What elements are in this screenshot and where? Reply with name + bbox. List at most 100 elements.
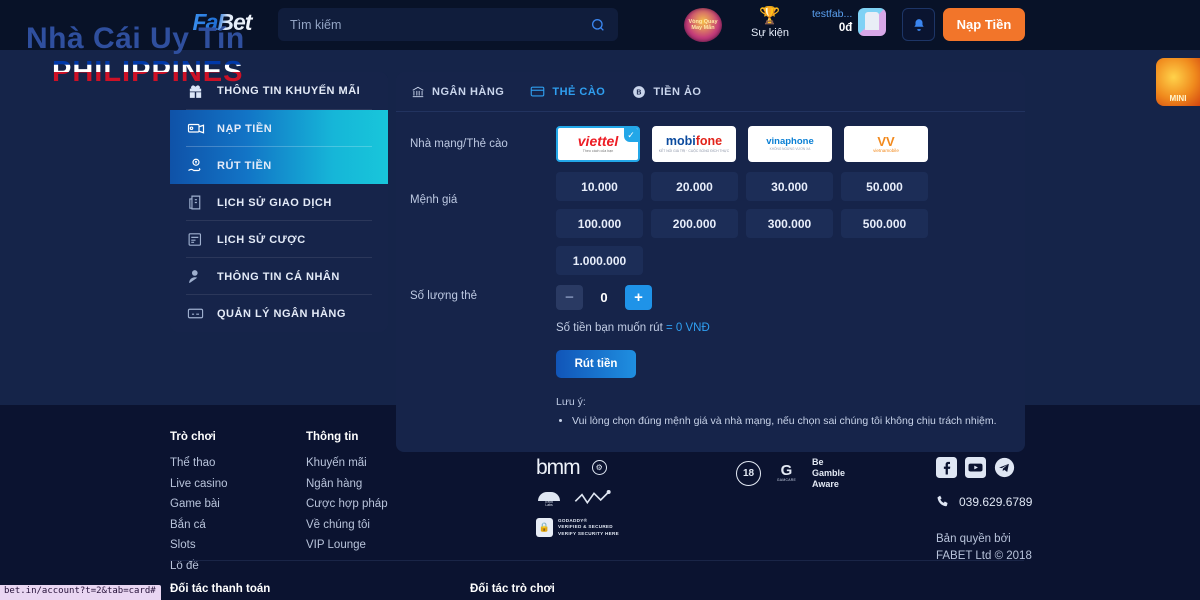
notes-section: Lưu ý: Vui lòng chọn đúng mệnh giá và nh…: [396, 396, 1025, 430]
sidebar-item-thong-tin-ca-nhan[interactable]: THÔNG TIN CÁ NHÂN: [170, 258, 388, 295]
denomination-option[interactable]: 30.000: [746, 172, 833, 201]
deposit-button[interactable]: Nạp Tiền: [943, 8, 1025, 41]
tab-the-cao[interactable]: THẺ CÀO: [530, 84, 605, 99]
search-icon[interactable]: [590, 17, 606, 33]
search-bar[interactable]: [278, 8, 618, 41]
copyright-line-1: Bản quyền bởi: [936, 533, 1011, 545]
footer-link[interactable]: Game bài: [170, 498, 306, 510]
phone-icon: [937, 495, 948, 507]
withdraw-card: NGÂN HÀNG THẺ CÀO B TIỀN ẢO Nhà mạng/Thẻ…: [396, 72, 1025, 452]
transaction-history-icon: [186, 193, 205, 212]
sidebar-item-lich-su-giao-dich[interactable]: LỊCH SỬ GIAO DỊCH: [170, 184, 388, 221]
footer-link[interactable]: Cược hợp pháp: [306, 498, 536, 510]
footer-link[interactable]: Bắn cá: [170, 519, 306, 531]
sidebar-active-group: NẠP TIỀN RÚT TIỀN: [170, 110, 388, 184]
search-input[interactable]: [290, 17, 590, 32]
quantity-value[interactable]: 0: [583, 290, 625, 305]
denomination-option[interactable]: 200.000: [651, 209, 738, 238]
godaddy-badge: 🔒 GODADDY® VERIFIED & SECURED VERIFY SEC…: [536, 518, 736, 537]
sidebar-item-rut-tien[interactable]: RÚT TIỀN: [170, 147, 388, 184]
denomination-option[interactable]: 100.000: [556, 209, 643, 238]
site-logo[interactable]: FaBet: [176, 8, 268, 36]
tab-tien-ao-label: TIỀN ẢO: [653, 85, 702, 98]
avatar[interactable]: [858, 8, 887, 36]
contact-phone[interactable]: 039.629.6789: [936, 494, 1136, 509]
footer-link[interactable]: Về chúng tôi: [306, 519, 536, 531]
denomination-option[interactable]: 500.000: [841, 209, 928, 238]
partner-game-title: Đối tác trò chơi: [470, 583, 555, 595]
svg-text:B: B: [636, 89, 641, 96]
withdraw-hand-icon: [186, 156, 205, 175]
carrier-mobifone-title-b: fone: [695, 134, 723, 149]
trophy-icon: 🏆: [759, 6, 781, 25]
sidebar-item-nap-tien[interactable]: NẠP TIỀN: [170, 110, 388, 147]
facebook-icon[interactable]: [936, 457, 957, 478]
username-label: testfab...: [812, 8, 853, 21]
carrier-option-vietnamobile[interactable]: VV vietnamobile: [844, 126, 928, 162]
sidebar-item-lich-su-cuoc[interactable]: LỊCH SỬ CƯỢC: [170, 221, 388, 258]
footer-column-games: Trò chơi Thể thao Live casino Game bài B…: [170, 431, 306, 580]
denomination-option[interactable]: 50.000: [841, 172, 928, 201]
tab-tien-ao[interactable]: B TIỀN ẢO: [631, 84, 701, 99]
user-account[interactable]: testfab... 0đ: [812, 8, 887, 36]
social-links: [936, 457, 1136, 478]
event-button[interactable]: 🏆 Sự kiện: [748, 7, 792, 39]
telegram-icon[interactable]: [994, 457, 1015, 478]
withdraw-form: Nhà mạng/Thẻ cào viettel Theo cách của b…: [396, 112, 1025, 452]
sidebar-item-nap-tien-label: NẠP TIỀN: [217, 122, 273, 135]
tab-ngan-hang[interactable]: NGÂN HÀNG: [410, 84, 504, 99]
carrier-option-viettel[interactable]: viettel Theo cách của bạn ✓: [556, 126, 640, 162]
footer-column-info: Thông tin Khuyến mãi Ngân hàng Cược hợp …: [306, 431, 536, 580]
godaddy-line-1: GODADDY®: [558, 518, 588, 524]
youtube-icon[interactable]: [965, 457, 986, 478]
bank-icon: [410, 84, 425, 99]
sidebar-item-quan-ly-ngan-hang-label: QUẢN LÝ NGÂN HÀNG: [217, 307, 346, 320]
age-18-icon: 18: [736, 460, 761, 486]
deposit-card-icon: [186, 119, 205, 138]
bell-icon: [913, 18, 924, 31]
godaddy-line-3: VERIFY SECURITY HERE: [558, 530, 619, 536]
amount-summary-label: Số tiền bạn muốn rút: [556, 322, 663, 334]
carrier-vietnamobile-subtitle: vietnamobile: [873, 147, 899, 153]
method-tabs: NGÂN HÀNG THẺ CÀO B TIỀN ẢO: [396, 72, 1025, 112]
quantity-increment-button[interactable]: +: [625, 285, 652, 310]
footer-link[interactable]: VIP Lounge: [306, 539, 536, 551]
sidebar-item-quan-ly-ngan-hang[interactable]: QUẢN LÝ NGÂN HÀNG: [170, 295, 388, 332]
footer-link[interactable]: Slots: [170, 539, 306, 551]
profile-icon: [186, 267, 205, 286]
denomination-option[interactable]: 300.000: [746, 209, 833, 238]
carrier-row: Nhà mạng/Thẻ cào viettel Theo cách của b…: [396, 126, 1025, 162]
footer-link[interactable]: Ngân hàng: [306, 478, 536, 490]
balance-label: 0đ: [838, 22, 853, 35]
gc-seal-icon: ⚙: [591, 460, 607, 475]
footer-column-license: Giấy phép bmm ⚙ iTechLabs 🔒: [536, 431, 736, 580]
check-icon: ✓: [624, 128, 638, 142]
browser-status-bar: bet.in/account?t=2&tab=card#: [0, 585, 161, 600]
footer-divider: [170, 560, 1024, 561]
sidebar-item-promo-label: THÔNG TIN KHUYẾN MÃI: [217, 85, 361, 97]
sidebar-item-promo[interactable]: THÔNG TIN KHUYẾN MÃI: [170, 72, 388, 110]
begamble-line-2: Gamble: [812, 467, 846, 478]
denomination-option[interactable]: 20.000: [651, 172, 738, 201]
notification-button[interactable]: [902, 8, 935, 41]
carrier-option-mobifone[interactable]: mobifone KẾT NỐI GIÁ TRỊ · CUỘC SỐNG ĐÍC…: [652, 126, 736, 162]
footer-link[interactable]: Thể thao: [170, 457, 306, 469]
withdraw-submit-button[interactable]: Rút tiền: [556, 350, 636, 378]
denomination-options: 10.000 20.000 30.000 50.000 100.000 200.…: [556, 172, 1016, 275]
quantity-decrement-button[interactable]: −: [556, 285, 583, 310]
footer-link[interactable]: Lô đề: [170, 560, 306, 572]
promo-wheel-badge[interactable]: Vòng Quay May Mắn: [684, 8, 722, 42]
sidebar-item-lich-su-cuoc-label: LỊCH SỬ CƯỢC: [217, 233, 306, 246]
denomination-option[interactable]: 10.000: [556, 172, 643, 201]
footer-link[interactable]: Khuyến mãi: [306, 457, 536, 469]
amount-summary-value: = 0 VNĐ: [665, 322, 710, 334]
carrier-mobifone-subtitle: KẾT NỐI GIÁ TRỊ · CUỘC SỐNG ĐÍCH THỰC: [658, 148, 730, 153]
footer-column-responsible: Chơi có trách nhiệm 18 GGAMCARE Be Gambl…: [736, 431, 936, 580]
denomination-option[interactable]: 1.000.000: [556, 246, 643, 275]
gaming-associates-icon: [574, 490, 611, 505]
quantity-row: Số lượng thẻ − 0 +: [396, 285, 1025, 310]
footer-link[interactable]: Live casino: [170, 478, 306, 490]
carrier-vinaphone-title: vinaphone: [766, 135, 814, 147]
carrier-option-vinaphone[interactable]: vinaphone KHÔNG NGỪNG VƯƠN XA: [748, 126, 832, 162]
mini-game-widget[interactable]: MINI: [1156, 58, 1200, 106]
